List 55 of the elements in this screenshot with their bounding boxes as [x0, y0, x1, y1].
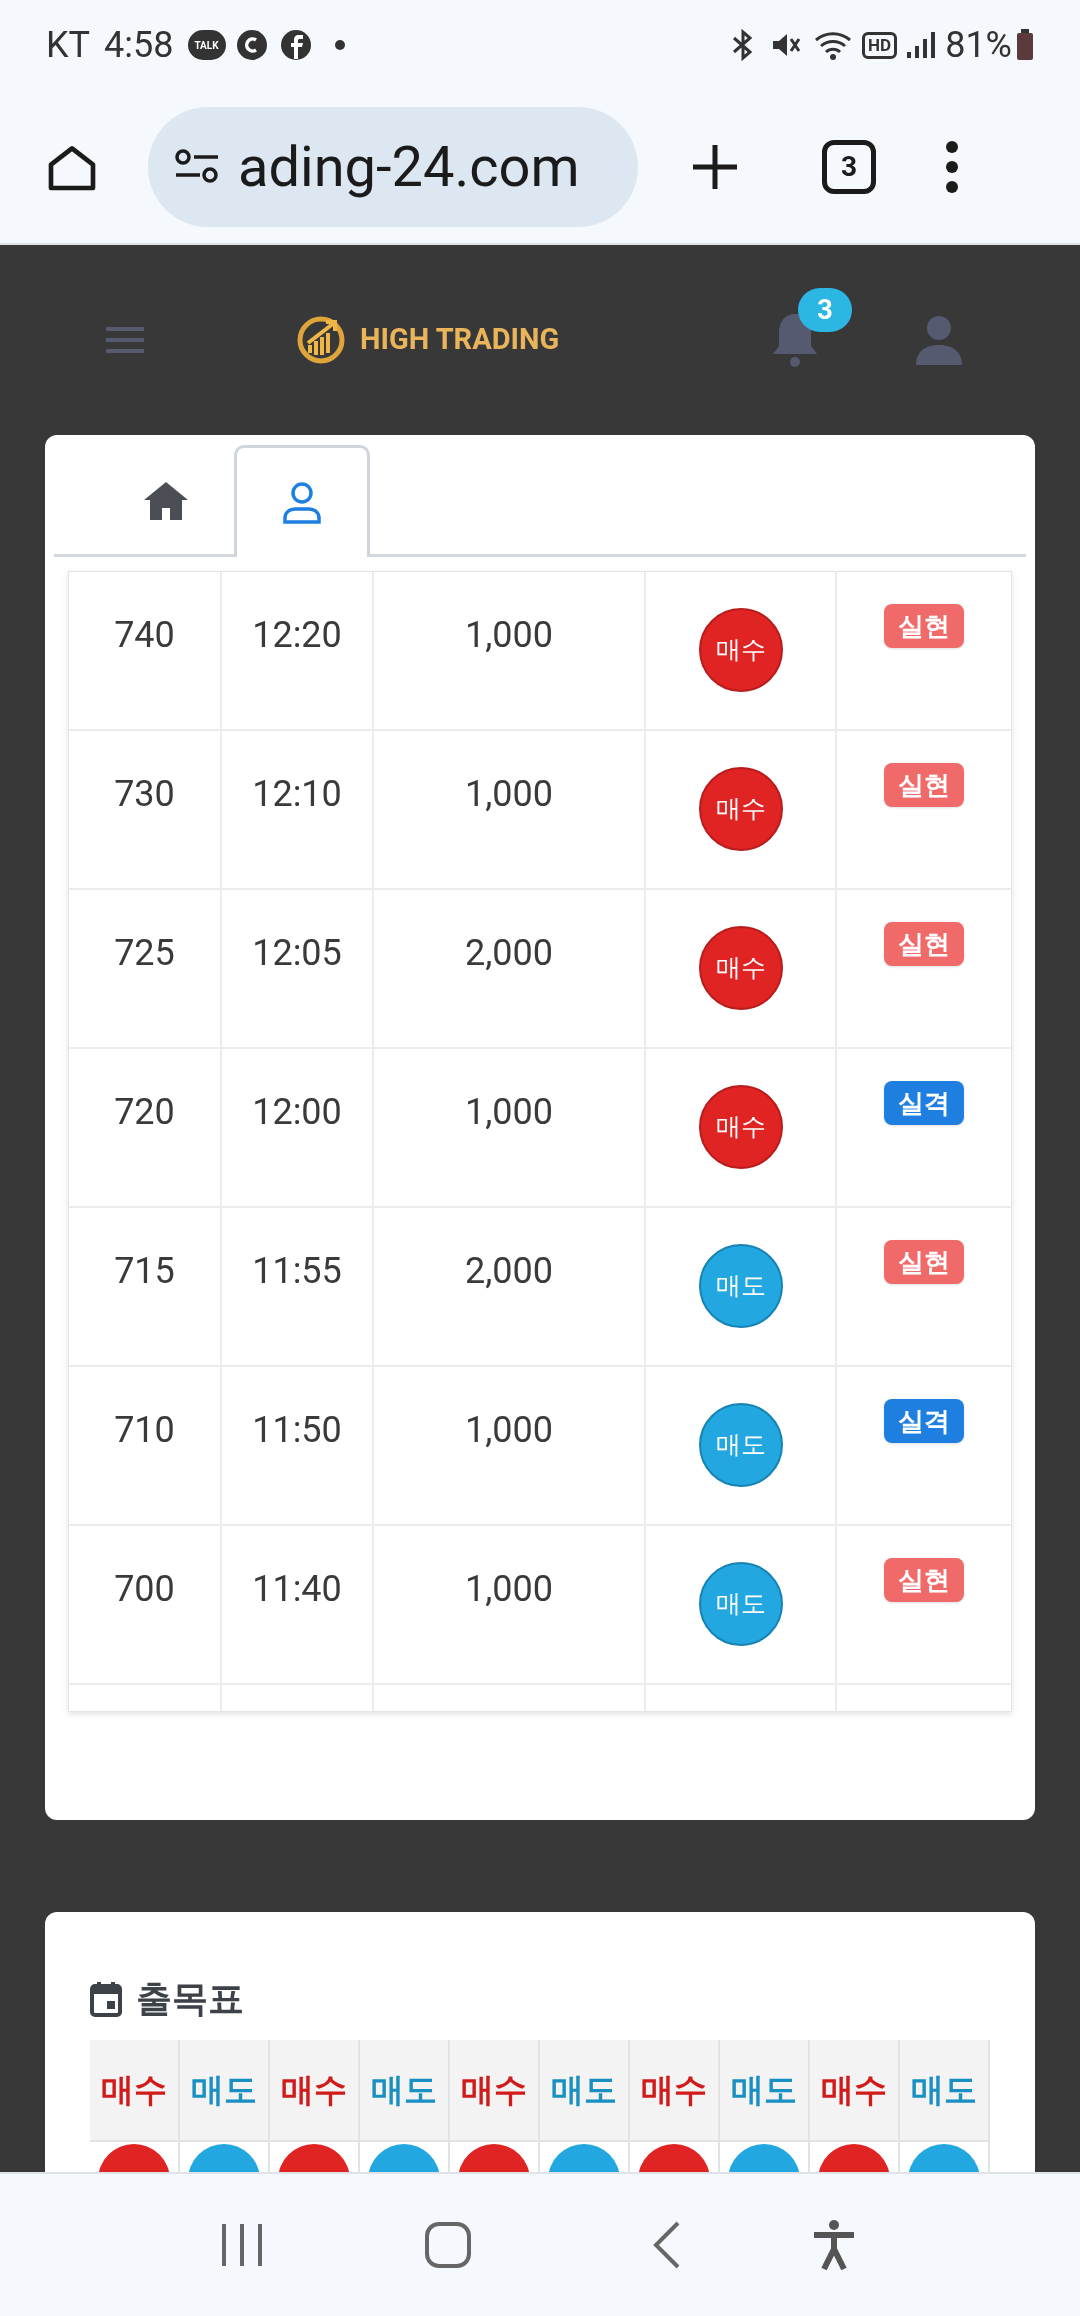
logo-text: HIGH TRADING: [360, 321, 560, 359]
url-field[interactable]: ading-24.com: [148, 106, 638, 227]
result-badge: 실격: [884, 1399, 964, 1443]
attendance-label: 매수: [281, 2069, 347, 2112]
tab-count-button[interactable]: 3: [822, 139, 876, 194]
side-badge: 매도: [698, 1562, 783, 1646]
table-cell: 12:00: [222, 1049, 374, 1206]
table-cell: 2,000: [374, 1208, 646, 1365]
table-cell: 730: [69, 731, 222, 888]
table-cell: 1,000: [374, 1367, 646, 1524]
side-badge: 매도: [698, 1403, 783, 1487]
table-cell: 740: [69, 572, 222, 729]
attendance-label: 매수: [641, 2069, 707, 2112]
talk-icon: TALK: [187, 30, 226, 60]
side-badge: 매수: [698, 1085, 783, 1169]
attendance-label: 매수: [101, 2069, 167, 2112]
attendance-label: 매도: [371, 2069, 437, 2112]
table-cell: 725: [69, 890, 222, 1047]
attendance-label: 매도: [731, 2069, 797, 2112]
side-badge: 매수: [698, 926, 783, 1010]
table-cell: 12:20: [222, 572, 374, 729]
attendance-label: 매수: [821, 2069, 887, 2112]
result-badge: 실현: [884, 1558, 964, 1602]
table-cell: 720: [69, 1049, 222, 1206]
attendance-label: 매도: [551, 2069, 617, 2112]
table-cell: 12:05: [222, 890, 374, 1047]
result-badge: 실현: [884, 604, 964, 648]
side-badge: 매도: [698, 1244, 783, 1328]
table-cell: 11:55: [222, 1208, 374, 1365]
side-badge: 매수: [698, 767, 783, 851]
hd-icon: HD: [862, 31, 898, 59]
section-title: 출목표: [136, 1977, 244, 2022]
table-cell: 11:50: [222, 1367, 374, 1524]
table-cell: 11:40: [222, 1526, 374, 1683]
table-cell: 1,000: [374, 731, 646, 888]
table-cell: 700: [69, 1526, 222, 1683]
clock: 4:58: [104, 23, 174, 68]
result-badge: 실격: [884, 1081, 964, 1125]
result-badge: 실현: [884, 922, 964, 966]
table-cell: 1,000: [374, 1526, 646, 1683]
table-cell: 2,000: [374, 890, 646, 1047]
table-cell: 1,000: [374, 572, 646, 729]
battery-level: 81%: [945, 23, 1012, 68]
notification-badge: 3: [798, 288, 852, 332]
table-cell: 12:10: [222, 731, 374, 888]
carrier: KT: [46, 23, 91, 68]
result-badge: 실현: [884, 763, 964, 807]
table-cell: 715: [69, 1208, 222, 1365]
attendance-label: 매도: [911, 2069, 977, 2112]
side-badge: 매수: [698, 608, 783, 692]
result-badge: 실현: [884, 1240, 964, 1284]
table-cell: 1,000: [374, 1049, 646, 1206]
table-cell: 710: [69, 1367, 222, 1524]
attendance-label: 매도: [191, 2069, 257, 2112]
attendance-label: 매수: [461, 2069, 527, 2112]
